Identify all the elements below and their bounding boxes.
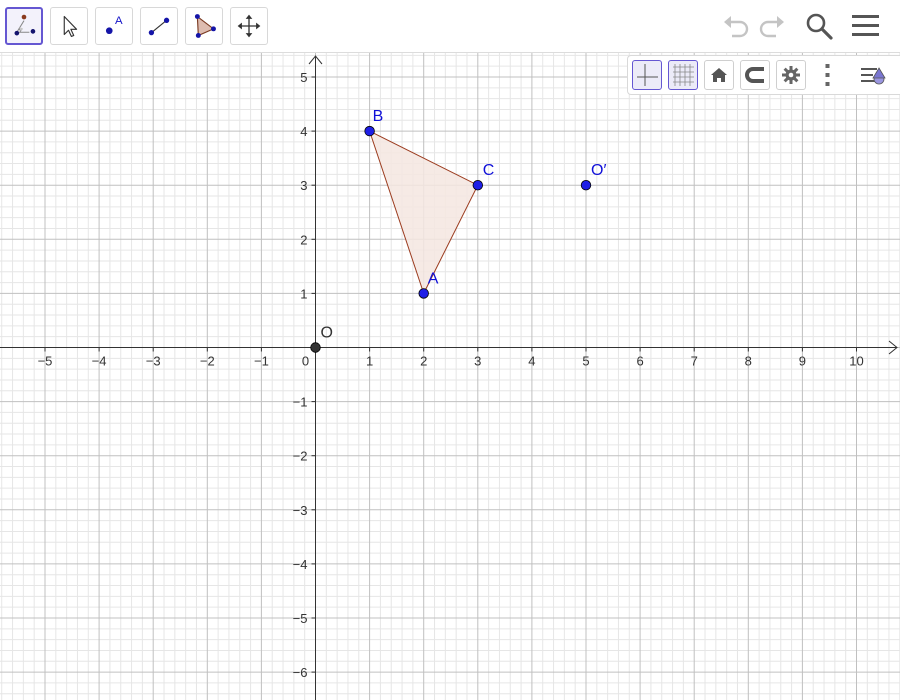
y-tick-label: −4 [293, 557, 308, 572]
undo-button[interactable] [720, 10, 752, 42]
undo-icon [724, 16, 749, 38]
polygon-icon [194, 14, 216, 38]
x-tick-label: 10 [849, 354, 863, 369]
graphics-view[interactable]: −5 −4 −3 −2 −1 0 1 2 3 4 5 6 7 8 9 10 5 4 3 2 1 −1 −2 −3 −4 −5 −6… [0, 53, 900, 700]
point-icon: A [105, 15, 123, 35]
main-menu-button[interactable] [850, 10, 882, 42]
point-label-o-prime: O′ [591, 162, 606, 179]
y-tick-label: 3 [300, 178, 307, 193]
y-tick-label: −5 [293, 611, 308, 626]
x-axis-tick-labels: −5 −4 −3 −2 −1 0 1 2 3 4 5 6 7 8 9 10 [38, 354, 864, 369]
toggle-style-bar-button[interactable] [858, 60, 888, 90]
y-axis-tick-labels: 5 4 3 2 1 −1 −2 −3 −4 −5 −6 [293, 70, 308, 680]
x-tick-label: 6 [636, 354, 643, 369]
hamburger-menu-icon [852, 15, 879, 36]
point-angle-icon [14, 14, 36, 36]
toolbar: A [0, 0, 900, 53]
segment-tool-button[interactable] [140, 7, 178, 45]
segment-icon [148, 17, 170, 36]
point-o[interactable] [310, 342, 321, 353]
search-button[interactable] [803, 10, 835, 42]
grid-toggle-button[interactable] [668, 60, 698, 90]
point-label-b: B [373, 108, 384, 125]
x-tick-label: −5 [38, 354, 53, 369]
x-tick-label: 8 [745, 354, 752, 369]
x-tick-label: −4 [92, 354, 107, 369]
graphing-tools-menu-button[interactable] [5, 7, 43, 45]
settings-button[interactable] [776, 60, 806, 90]
x-tick-label: 0 [302, 354, 309, 369]
vertical-dots-icon [825, 64, 830, 86]
y-tick-label: 1 [300, 286, 307, 301]
grid-icon [673, 64, 694, 86]
point-label-a: A [428, 270, 439, 287]
x-tick-label: 9 [799, 354, 806, 369]
point-b[interactable] [364, 125, 375, 137]
x-tick-label: −1 [254, 354, 269, 369]
redo-icon [759, 16, 784, 38]
y-tick-label: −2 [293, 449, 308, 464]
y-tick-label: 2 [300, 232, 307, 247]
x-tick-label: 1 [366, 354, 373, 369]
home-icon [711, 68, 727, 82]
y-tick-label: −3 [293, 503, 308, 518]
x-tick-label: 4 [528, 354, 535, 369]
gear-icon [782, 66, 800, 84]
point-capturing-button[interactable] [740, 60, 770, 90]
axes-toggle-button[interactable] [632, 60, 662, 90]
move-tool-button[interactable] [50, 7, 88, 45]
point-tool-label: A [115, 15, 123, 27]
point-a[interactable] [418, 288, 429, 299]
redo-button[interactable] [756, 10, 788, 42]
major-grid [0, 53, 900, 700]
move-graphics-view-button[interactable] [230, 7, 268, 45]
search-icon [806, 13, 833, 40]
point-tool-button[interactable]: A [95, 7, 133, 45]
minor-grid [0, 53, 900, 700]
style-bar-icon [861, 67, 886, 85]
y-tick-label: −1 [293, 395, 308, 410]
x-tick-label: −2 [200, 354, 215, 369]
x-tick-label: 7 [691, 354, 698, 369]
y-tick-label: 4 [300, 124, 307, 139]
y-tick-label: −6 [293, 665, 308, 680]
y-tick-label: 5 [300, 70, 307, 85]
polygon-tool-button[interactable] [185, 7, 223, 45]
axes-icon [637, 64, 658, 86]
points-layer: O A B C O′ [310, 108, 606, 353]
point-c[interactable] [472, 179, 484, 191]
x-tick-label: 3 [474, 354, 481, 369]
x-tick-label: −3 [146, 354, 161, 369]
move-cross-icon [237, 14, 261, 38]
magnet-icon [745, 67, 764, 83]
point-label-c: C [483, 162, 495, 179]
graphics-style-bar [627, 55, 900, 95]
x-tick-label: 2 [420, 354, 427, 369]
arrow-cursor-icon [63, 15, 78, 37]
x-tick-label: 5 [582, 354, 589, 369]
more-options-button[interactable] [813, 60, 843, 90]
point-label-o: O [321, 325, 333, 342]
point-o-prime[interactable] [580, 179, 592, 191]
standard-view-button[interactable] [704, 60, 734, 90]
